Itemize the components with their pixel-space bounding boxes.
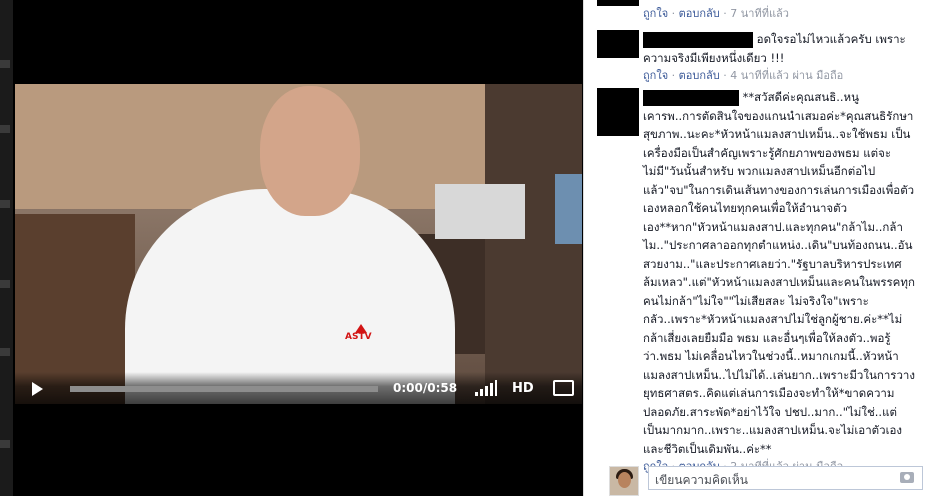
reply-link[interactable]: ตอบกลับ [679,7,720,20]
comment-body: ถูกใจ · ตอบกลับ · 7 นาทีที่แล้ว [643,5,915,24]
avatar-face [618,472,631,488]
volume-bar [495,380,497,396]
comment-via: ผ่าน มือถือ [792,69,844,82]
separator: · [671,69,679,82]
strip-mark [0,125,10,133]
background-wall-right [485,84,582,404]
strip-mark [0,348,10,356]
person-head [260,86,360,216]
commenter-avatar[interactable] [597,88,639,136]
strip-mark [0,440,10,448]
strip-mark [0,280,10,288]
volume-bar [485,386,488,396]
redacted-name[interactable] [643,89,739,106]
volume-bar [490,383,493,396]
video-panel: ASTV 0:00/0:58 HD [0,0,583,496]
like-link[interactable]: ถูกใจ [643,69,668,82]
strip-mark [0,60,10,68]
camera-icon[interactable] [900,472,914,483]
astv-logo: ASTV [345,324,377,346]
strip-mark [0,200,10,208]
reply-box: เขียนความคิดเห็น [597,462,925,496]
video-controls: 0:00/0:58 HD [15,372,582,404]
comment-time[interactable]: 7 นาทีที่แล้ว [730,7,789,20]
commenter-avatar[interactable] [597,0,639,6]
comment-body: อดใจรอไม่ไหวแล้วครับ เพราะความจริงมีเพีย… [643,30,915,86]
volume-bar [475,392,478,396]
comment-input-placeholder: เขียนความคิดเห็น [655,473,748,487]
separator: · [671,7,679,20]
like-link[interactable]: ถูกใจ [643,7,668,20]
hd-button[interactable]: HD [512,381,534,396]
volume-icon[interactable] [475,380,497,396]
logo-text: ASTV [345,332,372,342]
play-icon[interactable] [32,382,43,396]
reply-link[interactable]: ตอบกลับ [679,69,720,82]
comment-text-line: อดใจรอไม่ไหวแล้วครับ เพราะความจริงมีเพีย… [643,30,915,67]
user-avatar [609,466,639,496]
comment-text-block: **สวัสดีค่ะคุณสนธิ..หนูเคารพ..การตัดสินใ… [643,88,915,458]
progress-scrubber[interactable] [70,386,378,392]
volume-bar [480,389,483,396]
comment-time[interactable]: 4 นาทีที่แล้ว [730,69,789,82]
commenter-avatar[interactable] [597,30,639,58]
background-printer [435,184,525,239]
background-monitor [555,174,582,244]
comment-input[interactable]: เขียนความคิดเห็น [648,466,923,490]
time-display: 0:00/0:58 [393,381,458,395]
comment-body: **สวัสดีค่ะคุณสนธิ..หนูเคารพ..การตัดสินใ… [643,88,915,477]
comment-meta: ถูกใจ · ตอบกลับ · 4 นาทีที่แล้ว ผ่าน มือ… [643,67,915,86]
comment-text: **สวัสดีค่ะคุณสนธิ..หนูเคารพ..การตัดสินใ… [643,90,915,456]
comment-meta: ถูกใจ · ตอบกลับ · 7 นาทีที่แล้ว [643,5,915,24]
fullscreen-icon[interactable] [553,380,574,396]
comments-panel: ถูกใจ · ตอบกลับ · 7 นาทีที่แล้ว อดใจรอไม… [583,0,937,496]
video-frame[interactable]: ASTV [15,84,582,404]
left-edge-strip [0,0,13,496]
redacted-name[interactable] [643,31,753,48]
